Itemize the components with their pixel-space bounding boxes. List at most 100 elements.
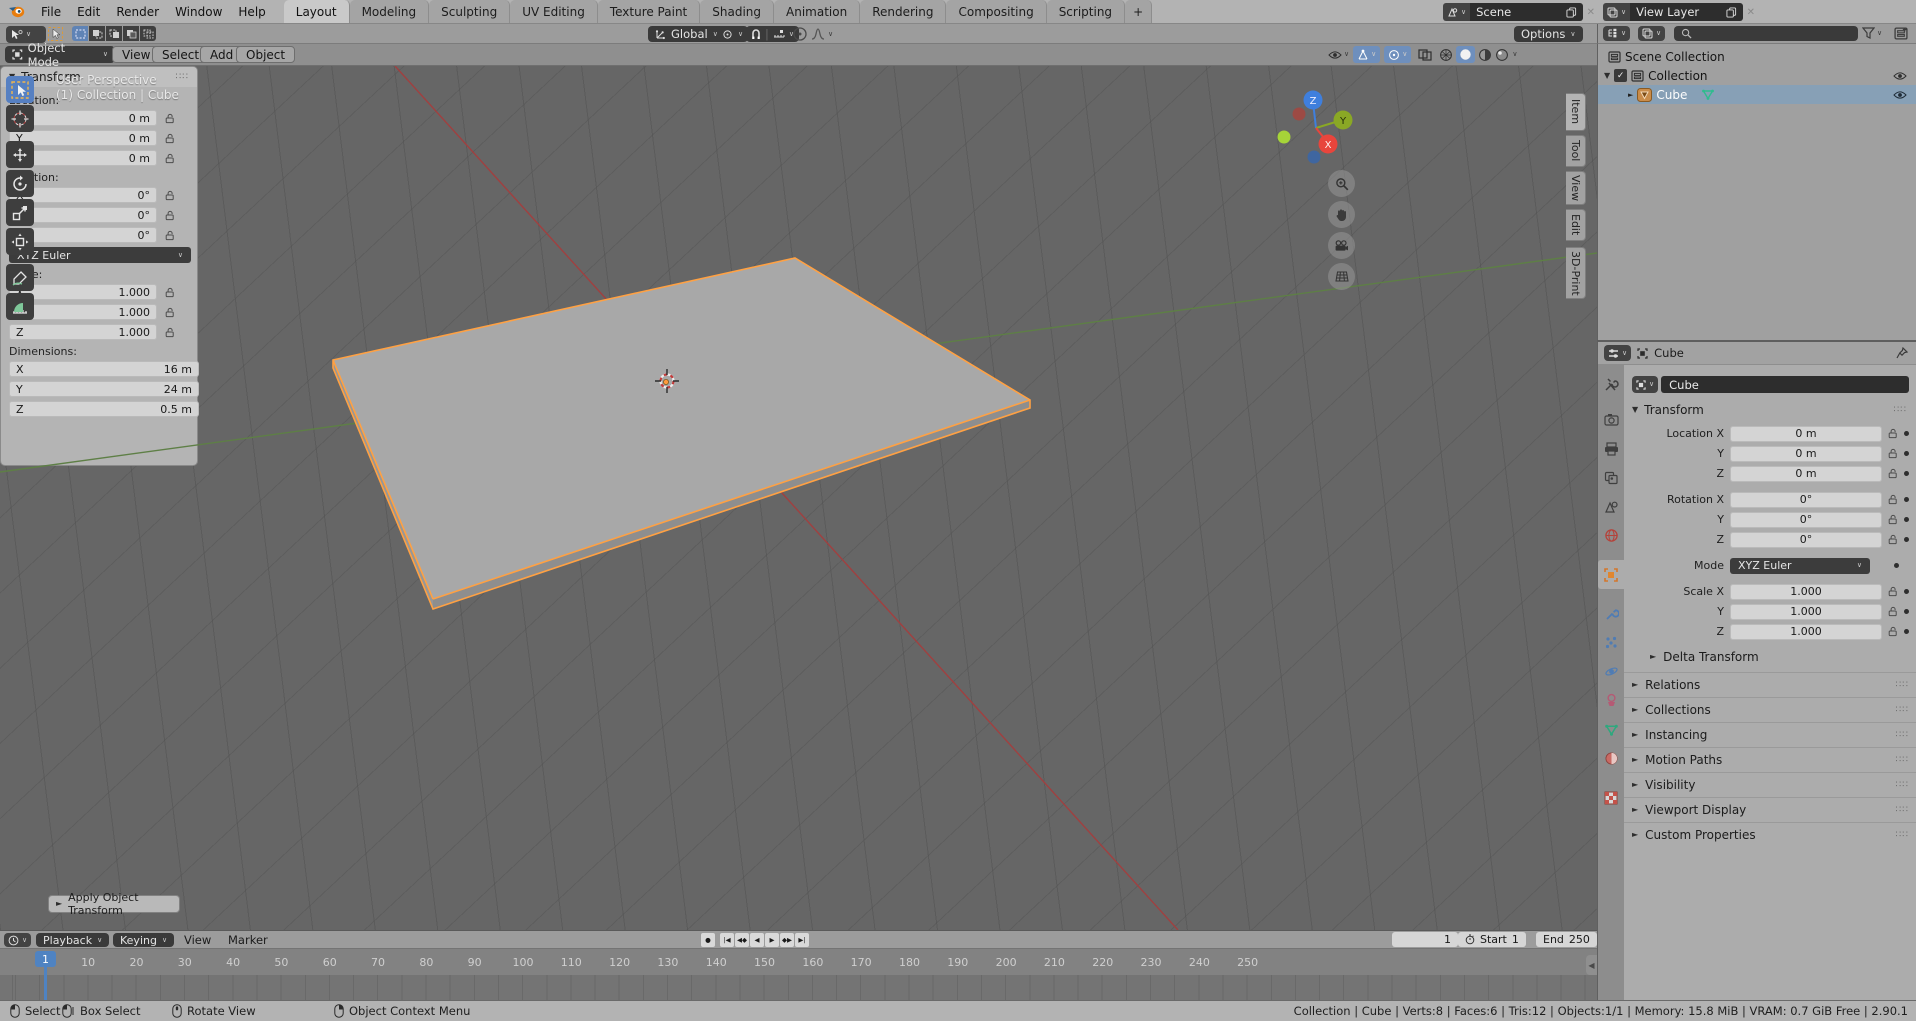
panel-collections[interactable]: ►Collections∷∷ <box>1624 697 1916 722</box>
drag-handle-icon[interactable]: ∷∷ <box>1896 830 1909 840</box>
transform-orientation-dropdown[interactable]: Global ∨ <box>648 26 725 42</box>
menu-file[interactable]: File <box>33 0 69 23</box>
timeline-ruler[interactable]: 1020304050607080901001101201301401501601… <box>0 948 1597 975</box>
lock-icon[interactable] <box>1888 586 1898 597</box>
tab-data[interactable] <box>1598 715 1624 744</box>
lock-icon[interactable] <box>1888 534 1898 545</box>
drag-handle-icon[interactable]: ∷∷ <box>1896 805 1909 815</box>
lock-icon[interactable] <box>1888 448 1898 459</box>
select-mode-invert-button[interactable] <box>123 26 139 41</box>
view-layer-new-button[interactable] <box>1720 3 1743 21</box>
tab-tool[interactable] <box>1598 370 1624 399</box>
tab-scene[interactable] <box>1598 492 1624 521</box>
tab-output[interactable] <box>1598 434 1624 463</box>
viewport-pan-button[interactable] <box>1328 201 1355 228</box>
outliner-row-collection[interactable]: ▼ ✓ Collection <box>1598 66 1916 85</box>
operator-panel-apply-transform[interactable]: ► Apply Object Transform <box>48 895 180 913</box>
collection-checkbox[interactable]: ✓ <box>1614 69 1627 82</box>
outliner-filter-type-dropdown[interactable]: ∨ <box>1638 26 1665 41</box>
animate-dot[interactable] <box>1894 563 1899 568</box>
scene-new-button[interactable] <box>1560 3 1583 21</box>
prop-location-x-field[interactable]: 0 m <box>1730 426 1882 442</box>
animate-dot[interactable] <box>1904 451 1909 456</box>
tool-measure[interactable] <box>6 293 34 320</box>
options-dropdown[interactable]: Options ∨ <box>1514 26 1583 42</box>
shading-solid-button[interactable] <box>1456 46 1475 63</box>
view-layer-remove-button[interactable]: ✕ <box>1747 7 1755 18</box>
animate-dot[interactable] <box>1904 609 1909 614</box>
scene-name-field[interactable]: Scene <box>1470 3 1559 21</box>
hide-viewport-eye-icon[interactable] <box>1893 71 1907 81</box>
tab-texture[interactable] <box>1598 783 1624 812</box>
timeline-track-area[interactable] <box>0 975 1597 1001</box>
workspace-tab-modeling[interactable]: Modeling <box>350 0 430 23</box>
timeline-marker-menu[interactable]: Marker <box>228 933 268 947</box>
transform-panel-header-props[interactable]: ▼ Transform ∷∷ <box>1632 403 1909 417</box>
xray-toggle[interactable] <box>1415 49 1435 61</box>
menu-help[interactable]: Help <box>230 0 273 23</box>
prop-rotation-mode-dropdown[interactable]: XYZ Euler∨ <box>1730 558 1870 574</box>
outliner-filter-button[interactable]: ∨ <box>1862 27 1882 39</box>
prop-rotation-y-field[interactable]: 0° <box>1730 512 1882 528</box>
select-mode-intersect-button[interactable] <box>140 26 156 41</box>
lock-icon[interactable] <box>1888 428 1898 439</box>
record-button[interactable]: ● <box>701 933 715 947</box>
drag-handle-icon[interactable]: ∷∷ <box>1896 680 1909 690</box>
panel-custom-properties[interactable]: ►Custom Properties∷∷ <box>1624 822 1916 847</box>
plane-top-face[interactable] <box>333 258 1030 599</box>
tool-select-box[interactable] <box>6 76 34 103</box>
animate-dot[interactable] <box>1904 471 1909 476</box>
outliner-search-input[interactable] <box>1674 26 1858 41</box>
object-origin-dot[interactable] <box>663 379 668 384</box>
jump-to-end-button[interactable]: ▶| <box>795 933 809 947</box>
sidebar-tab-tool[interactable]: Tool <box>1566 135 1586 167</box>
shading-material-icon[interactable] <box>1478 48 1492 62</box>
object-id-dropdown[interactable]: ∨ <box>1632 376 1658 393</box>
workspace-tab-compositing[interactable]: Compositing <box>946 0 1046 23</box>
tweak-tool-indicator-icon[interactable] <box>48 27 63 41</box>
tab-render[interactable] <box>1598 405 1624 434</box>
tab-physics[interactable] <box>1598 657 1624 686</box>
select-mode-extend-button[interactable] <box>89 26 105 41</box>
hide-viewport-eye-icon[interactable] <box>1893 90 1907 100</box>
gizmo-neg-x-ball[interactable] <box>1293 108 1306 121</box>
tab-world[interactable] <box>1598 521 1624 550</box>
prop-scale-z-field[interactable]: 1.000 <box>1730 624 1882 640</box>
add-workspace-button[interactable]: + <box>1125 0 1152 23</box>
scene-browse-button[interactable]: ∨ <box>1443 3 1470 21</box>
tab-view-layer[interactable] <box>1598 463 1624 492</box>
workspace-tab-shading[interactable]: Shading <box>700 0 774 23</box>
drag-handle-icon[interactable]: ∷∷ <box>1894 405 1907 415</box>
viewport-canvas[interactable] <box>0 66 1597 930</box>
animate-dot[interactable] <box>1904 431 1909 436</box>
viewport-zoom-button[interactable] <box>1328 170 1355 197</box>
sidebar-tab-item[interactable]: Item <box>1566 93 1586 131</box>
sidebar-tab-edit[interactable]: Edit <box>1566 209 1586 241</box>
view-layer-name-field[interactable]: View Layer <box>1630 3 1719 21</box>
scene-unlink-button[interactable]: ✕ <box>1587 7 1595 18</box>
lock-icon[interactable] <box>1888 514 1898 525</box>
frame-end-field[interactable]: End 250 <box>1536 932 1597 947</box>
workspace-tab-scripting[interactable]: Scripting <box>1047 0 1125 23</box>
sidebar-tab-3d-print[interactable]: 3D-Print <box>1566 247 1586 299</box>
menu-render[interactable]: Render <box>108 0 167 23</box>
view-layer-browse-button[interactable]: ∨ <box>1603 3 1630 21</box>
menu-window[interactable]: Window <box>167 0 230 23</box>
gizmo-neg-y-ball[interactable] <box>1278 131 1291 144</box>
timeline-editor-type-button[interactable]: ∨ <box>4 933 31 947</box>
workspace-tab-layout[interactable]: Layout <box>284 0 350 23</box>
panel-instancing[interactable]: ►Instancing∷∷ <box>1624 722 1916 747</box>
viewport-ortho-toggle-button[interactable] <box>1328 263 1355 290</box>
tool-scale[interactable] <box>6 199 34 226</box>
show-overlays-toggle[interactable]: ∨ <box>1384 46 1411 63</box>
prev-keyframe-button[interactable]: ◀◆ <box>735 933 749 947</box>
lock-icon[interactable] <box>1888 606 1898 617</box>
prop-scale-x-field[interactable]: 1.000 <box>1730 584 1882 600</box>
object-menu[interactable]: Object <box>236 46 295 63</box>
blender-menu-button[interactable] <box>0 0 33 23</box>
frame-start-field[interactable]: Start 1 <box>1458 932 1526 947</box>
pin-icon[interactable] <box>1896 347 1908 359</box>
region-expand-chevron[interactable]: ◀ <box>1586 955 1597 975</box>
workspace-tab-animation[interactable]: Animation <box>774 0 860 23</box>
animate-dot[interactable] <box>1904 629 1909 634</box>
